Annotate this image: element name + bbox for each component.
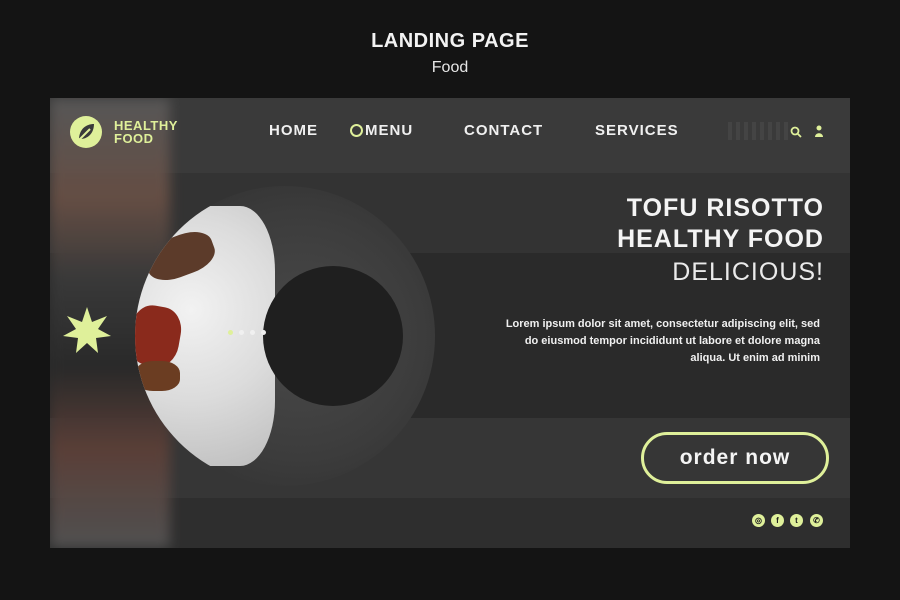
- carousel-dot[interactable]: [228, 330, 233, 335]
- leaf-icon: [70, 116, 102, 148]
- hero-title-line2: HEALTHY FOOD: [617, 225, 824, 253]
- active-dot-icon: [350, 124, 363, 137]
- decorative-pattern: [728, 122, 788, 140]
- user-icon[interactable]: [814, 125, 824, 143]
- facebook-icon[interactable]: f: [771, 514, 784, 527]
- instagram-icon[interactable]: ◎: [752, 514, 765, 527]
- nav-services[interactable]: SERVICES: [595, 122, 679, 139]
- nav-contact[interactable]: CONTACT: [464, 122, 543, 139]
- twitter-icon[interactable]: t: [790, 514, 803, 527]
- nav-home[interactable]: HOME: [269, 122, 318, 139]
- logo[interactable]: HEALTHY FOOD: [70, 116, 178, 148]
- band: [50, 498, 850, 548]
- carousel-dot[interactable]: [261, 330, 266, 335]
- page-header-title: LANDING PAGE: [371, 30, 529, 52]
- carousel-dot[interactable]: [250, 330, 255, 335]
- hero-body: Lorem ipsum dolor sit amet, consectetur …: [505, 318, 820, 364]
- hero-title: TOFU RISOTTO HEALTHY FOOD: [617, 193, 824, 255]
- logo-line2: FOOD: [114, 131, 154, 146]
- plate-center: [263, 266, 403, 406]
- whatsapp-icon[interactable]: ✆: [810, 514, 823, 527]
- star-icon: [61, 305, 113, 362]
- meat: [135, 361, 180, 391]
- nav-menu-label: MENU: [365, 122, 414, 139]
- page-header-subtitle: Food: [431, 59, 469, 76]
- carousel-dot[interactable]: [239, 330, 244, 335]
- hero-tagline: DELICIOUS!: [672, 258, 824, 286]
- nav-menu[interactable]: MENU: [350, 122, 413, 139]
- search-icon[interactable]: [790, 125, 802, 143]
- landing-card: HEALTHY FOOD HOME MENU CONTACT SERVICES …: [50, 98, 850, 548]
- order-now-button[interactable]: order now: [641, 432, 829, 484]
- plate-image: [135, 186, 435, 486]
- carousel-dots[interactable]: [228, 330, 266, 335]
- hero-title-line1: TOFU RISOTTO: [626, 194, 824, 222]
